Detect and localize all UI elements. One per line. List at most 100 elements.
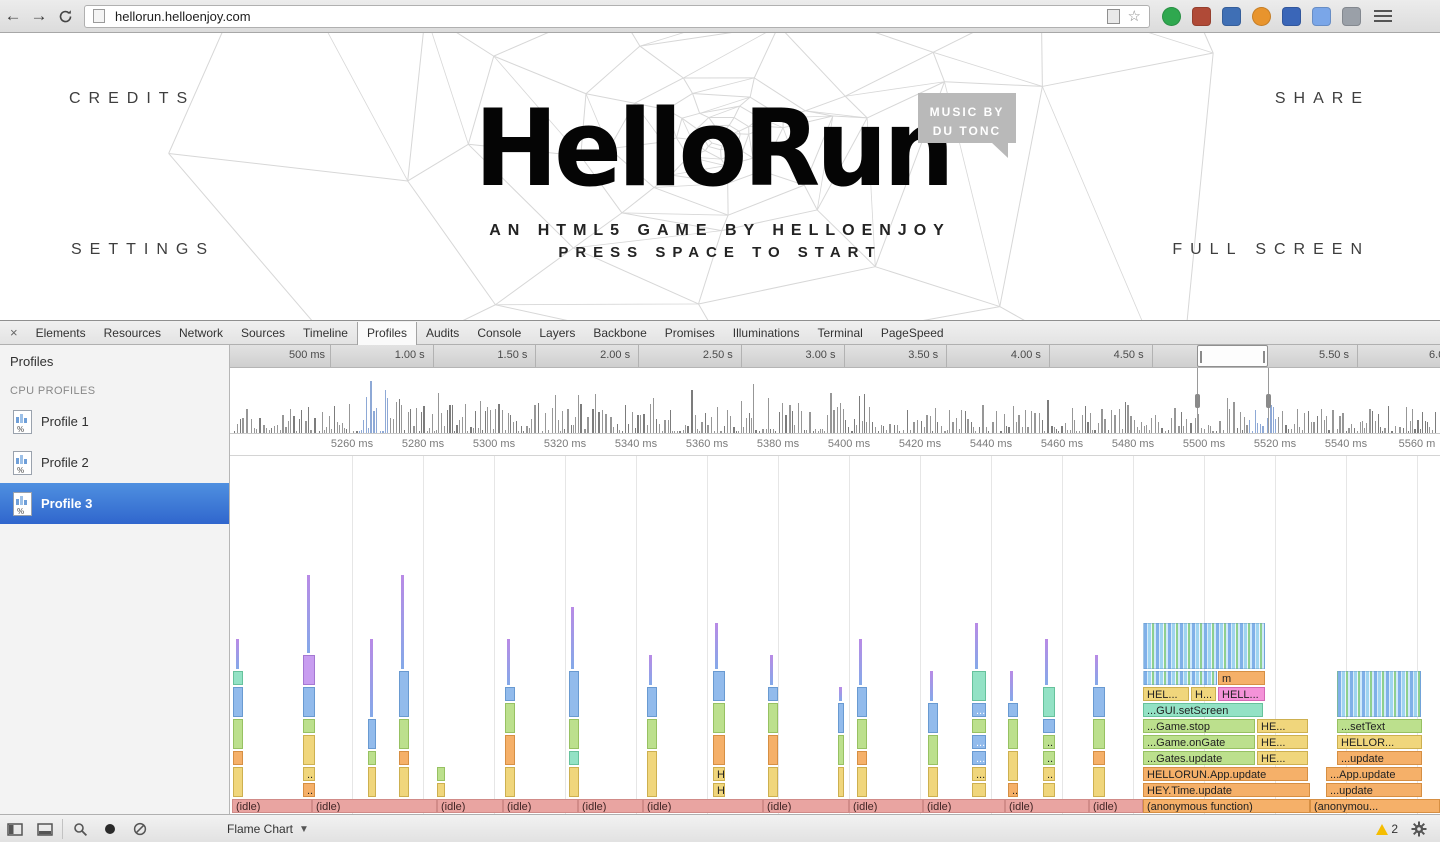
flame-bar[interactable]: ...Gates.update bbox=[1143, 751, 1255, 765]
flame-bar[interactable]: ...Game.stop bbox=[1143, 719, 1255, 733]
clear-icon[interactable] bbox=[125, 815, 155, 842]
flame-bar[interactable] bbox=[233, 751, 243, 765]
flame-bar[interactable]: (anonymous function) bbox=[1143, 799, 1310, 813]
flame-speckle-strip[interactable] bbox=[1337, 671, 1421, 717]
flame-bar[interactable] bbox=[1095, 655, 1098, 685]
flame-bar[interactable] bbox=[370, 639, 373, 717]
flame-bar[interactable] bbox=[838, 703, 844, 733]
flame-bar[interactable] bbox=[368, 719, 376, 749]
overview-selection-window[interactable] bbox=[1197, 345, 1268, 367]
flame-bar[interactable] bbox=[928, 735, 938, 765]
flame-bar[interactable] bbox=[1008, 719, 1018, 749]
flame-bar[interactable] bbox=[505, 735, 515, 765]
selection-grip-left[interactable] bbox=[1200, 351, 1202, 363]
flame-bar[interactable] bbox=[715, 623, 718, 669]
flame-bar[interactable] bbox=[857, 767, 867, 797]
flame-bar[interactable] bbox=[1008, 703, 1018, 717]
flame-bar[interactable] bbox=[649, 655, 652, 685]
flame-bar[interactable]: H... bbox=[713, 767, 725, 781]
flame-bar-idle[interactable]: (idle) bbox=[578, 799, 643, 813]
tab-timeline[interactable]: Timeline bbox=[294, 322, 357, 344]
view-mode-select[interactable]: Flame Chart ▼ bbox=[221, 815, 315, 842]
tab-pagespeed[interactable]: PageSpeed bbox=[872, 322, 953, 344]
overview-time-ruler[interactable]: 500 ms1.00 s1.50 s2.00 s2.50 s3.00 s3.50… bbox=[230, 345, 1440, 368]
flame-bar-idle[interactable]: (idle) bbox=[437, 799, 503, 813]
flame-bar[interactable] bbox=[507, 639, 510, 685]
flame-bar[interactable]: ...App.update bbox=[1326, 767, 1422, 781]
close-icon[interactable]: × bbox=[0, 325, 27, 340]
flame-bar[interactable] bbox=[975, 623, 978, 669]
profile-item[interactable]: %Profile 1 bbox=[0, 401, 229, 442]
flame-bar[interactable] bbox=[236, 639, 239, 669]
bookmark-star-icon[interactable]: ☆ bbox=[1128, 9, 1141, 24]
flame-bar[interactable]: ...update bbox=[1337, 751, 1422, 765]
flame-bar-idle[interactable]: (idle) bbox=[503, 799, 578, 813]
flame-bar[interactable]: HELLORUN.App.update bbox=[1143, 767, 1308, 781]
flame-bar[interactable] bbox=[928, 703, 938, 733]
search-icon[interactable] bbox=[65, 815, 95, 842]
flame-bar[interactable] bbox=[838, 767, 844, 797]
flame-bar[interactable] bbox=[713, 735, 725, 765]
flame-bar[interactable] bbox=[1045, 639, 1048, 685]
tab-elements[interactable]: Elements bbox=[27, 322, 95, 344]
flame-bar[interactable] bbox=[838, 735, 844, 765]
flame-bar[interactable]: HE... bbox=[1257, 751, 1308, 765]
flame-bar[interactable] bbox=[505, 767, 515, 797]
flame-bar-idle[interactable]: (idle) bbox=[763, 799, 849, 813]
flame-bar[interactable] bbox=[399, 719, 409, 749]
flame-bar[interactable]: ... bbox=[303, 783, 315, 797]
flame-bar[interactable] bbox=[928, 767, 938, 797]
flame-bar[interactable] bbox=[569, 751, 579, 765]
flame-bar-idle[interactable]: (idle) bbox=[849, 799, 923, 813]
extension-icon-6[interactable] bbox=[1312, 7, 1331, 26]
credits-link[interactable]: CREDITS bbox=[69, 90, 195, 108]
extension-icon-1[interactable] bbox=[1162, 7, 1181, 26]
flame-bar[interactable] bbox=[713, 703, 725, 733]
flame-bar-idle[interactable]: (idle) bbox=[1089, 799, 1143, 813]
record-icon[interactable] bbox=[95, 815, 125, 842]
cpu-overview-graph[interactable] bbox=[230, 368, 1440, 434]
flame-bar[interactable] bbox=[1093, 687, 1105, 717]
flame-bar[interactable]: ... bbox=[972, 767, 986, 781]
flame-bar[interactable] bbox=[233, 767, 243, 797]
tab-illuminations[interactable]: Illuminations bbox=[724, 322, 809, 344]
flame-bar[interactable]: HELLOR... bbox=[1337, 735, 1422, 749]
flame-bar[interactable] bbox=[1008, 751, 1018, 781]
flame-bar[interactable] bbox=[859, 639, 862, 685]
flame-bar[interactable]: HE... bbox=[1257, 735, 1308, 749]
flame-bar[interactable] bbox=[857, 719, 867, 749]
flame-bar[interactable] bbox=[505, 687, 515, 701]
dock-side-icon[interactable] bbox=[0, 815, 30, 842]
share-link[interactable]: SHARE bbox=[1275, 90, 1370, 108]
tab-sources[interactable]: Sources bbox=[232, 322, 294, 344]
flame-bar[interactable] bbox=[1093, 767, 1105, 797]
reload-icon[interactable] bbox=[52, 5, 78, 27]
flame-bar[interactable]: HELL... bbox=[1218, 687, 1265, 701]
console-drawer-icon[interactable] bbox=[30, 815, 60, 842]
flame-bar-idle[interactable]: (idle) bbox=[232, 799, 312, 813]
flame-speckle-strip[interactable] bbox=[1143, 671, 1217, 685]
flame-bar[interactable] bbox=[768, 767, 778, 797]
flame-bar[interactable]: ... bbox=[1008, 783, 1018, 797]
tab-profiles[interactable]: Profiles bbox=[357, 322, 417, 345]
flame-bar[interactable] bbox=[569, 671, 579, 717]
flame-bar[interactable]: HEY.Time.update bbox=[1143, 783, 1310, 797]
flame-bar[interactable] bbox=[233, 719, 243, 749]
flame-bar[interactable]: HE... bbox=[1257, 719, 1308, 733]
flame-bar[interactable]: ...Game.onGate bbox=[1143, 735, 1255, 749]
flame-bar[interactable]: (anonymou... bbox=[1310, 799, 1440, 813]
flame-bar[interactable] bbox=[857, 751, 867, 765]
profile-item[interactable]: %Profile 3 bbox=[0, 483, 229, 524]
flame-bar[interactable] bbox=[972, 671, 986, 701]
tab-resources[interactable]: Resources bbox=[95, 322, 170, 344]
extension-icon-4[interactable] bbox=[1252, 7, 1271, 26]
flame-bar[interactable] bbox=[770, 655, 773, 685]
flame-bar[interactable] bbox=[972, 783, 986, 797]
flame-bar[interactable]: ... bbox=[1043, 767, 1055, 781]
warning-count-badge[interactable]: 2 bbox=[1376, 822, 1398, 836]
page-action-icon[interactable] bbox=[1107, 9, 1120, 24]
flame-bar[interactable] bbox=[569, 719, 579, 749]
flame-bar[interactable]: H... bbox=[1191, 687, 1216, 701]
tab-backbone[interactable]: Backbone bbox=[584, 322, 655, 344]
flame-bar[interactable] bbox=[303, 687, 315, 717]
